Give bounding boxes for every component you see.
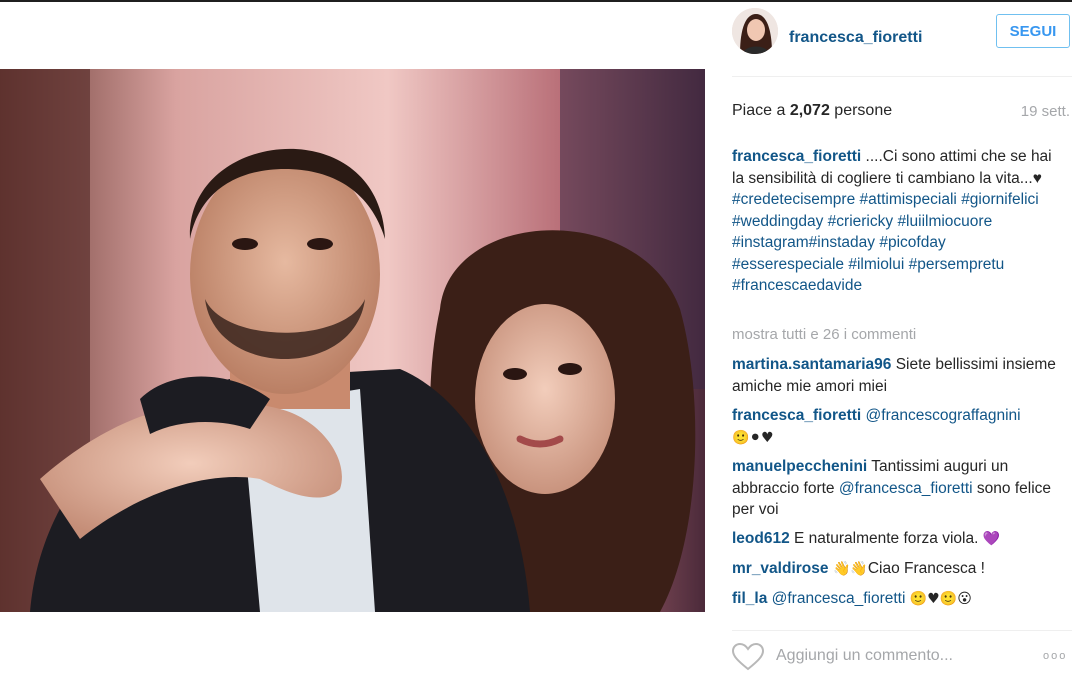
comment-emoji: 👋👋 (828, 561, 868, 577)
add-comment-input[interactable]: Aggiungi un commento... (776, 647, 953, 665)
heart-outline-icon[interactable] (732, 643, 764, 671)
comment-username[interactable]: manuelpecchenini (732, 458, 867, 475)
photo-illustration (0, 69, 705, 612)
post-photo[interactable] (0, 69, 705, 612)
avatar[interactable] (732, 8, 778, 54)
hashtag[interactable]: #luiilmiocuore (897, 213, 992, 230)
hashtag[interactable]: #weddingday (732, 213, 823, 230)
mention-link[interactable]: @francesca_fioretti (772, 590, 906, 607)
comment-username[interactable]: martina.santamaria96 (732, 356, 891, 373)
post-header: francesca_fioretti SEGUI (732, 8, 1072, 58)
comment: manuelpecchenini Tantissimi auguri un ab… (732, 456, 1067, 521)
heart-emoji: ♥ (1032, 169, 1042, 187)
likes-count[interactable]: Piace a 2,072 persone (732, 102, 892, 120)
post-sidebar: francesca_fioretti SEGUI Piace a 2,072 p… (732, 0, 1072, 678)
hashtag[interactable]: #francescaedavide (732, 277, 862, 294)
follow-button[interactable]: SEGUI (996, 14, 1070, 48)
divider (732, 630, 1072, 631)
comment-username[interactable]: mr_valdirose (732, 560, 829, 577)
hashtag[interactable]: #ilmiolui (848, 256, 904, 273)
hashtag[interactable]: #criericky (828, 213, 893, 230)
post-author-username[interactable]: francesca_fioretti (789, 29, 922, 47)
comment-text: E naturalmente forza viola. (789, 530, 983, 547)
hashtag[interactable]: #attimispeciali (860, 191, 957, 208)
comment: mr_valdirose 👋👋Ciao Francesca ! (732, 558, 1067, 581)
more-options-icon[interactable]: ooo (1043, 650, 1067, 662)
divider (732, 76, 1072, 77)
view-all-comments-link[interactable]: mostra tutti e 26 i commenti (732, 326, 916, 343)
comment-text: Ciao Francesca ! (867, 560, 985, 577)
comment-emoji: 🙂⚫♥ (732, 429, 774, 446)
post-caption: francesca_fioretti ....Ci sono attimi ch… (732, 148, 1052, 294)
hashtag[interactable]: #picofday (879, 234, 945, 251)
comment-username[interactable]: leod612 (732, 530, 790, 547)
comment: leod612 E naturalmente forza viola. 💜 (732, 528, 1067, 551)
comment-username[interactable]: francesca_fioretti (732, 407, 861, 424)
comment: martina.santamaria96 Siete bellissimi in… (732, 354, 1067, 397)
mention-link[interactable]: @francescograffagnini (866, 407, 1021, 424)
hashtag[interactable]: #instagram#instaday (732, 234, 875, 251)
comment-username[interactable]: fil_la (732, 590, 767, 607)
comment: fil_la @francesca_fioretti 🙂♥🙂😮 (732, 588, 1067, 611)
caption-username[interactable]: francesca_fioretti (732, 148, 861, 165)
comment-emoji: 💜 (982, 531, 1001, 547)
hashtag[interactable]: #giornifelici (961, 191, 1039, 208)
hashtag[interactable]: #credetecisempre (732, 191, 855, 208)
comment-emoji: 🙂♥🙂😮 (905, 591, 972, 607)
mention-link[interactable]: @francesca_fioretti (839, 480, 973, 497)
hashtag[interactable]: #esserespeciale (732, 256, 844, 273)
post-timestamp[interactable]: 19 sett. (1021, 103, 1070, 120)
comment: francesca_fioretti @francescograffagnini… (732, 405, 1067, 449)
hashtag[interactable]: #persempretu (909, 256, 1005, 273)
avatar-image (732, 8, 778, 54)
